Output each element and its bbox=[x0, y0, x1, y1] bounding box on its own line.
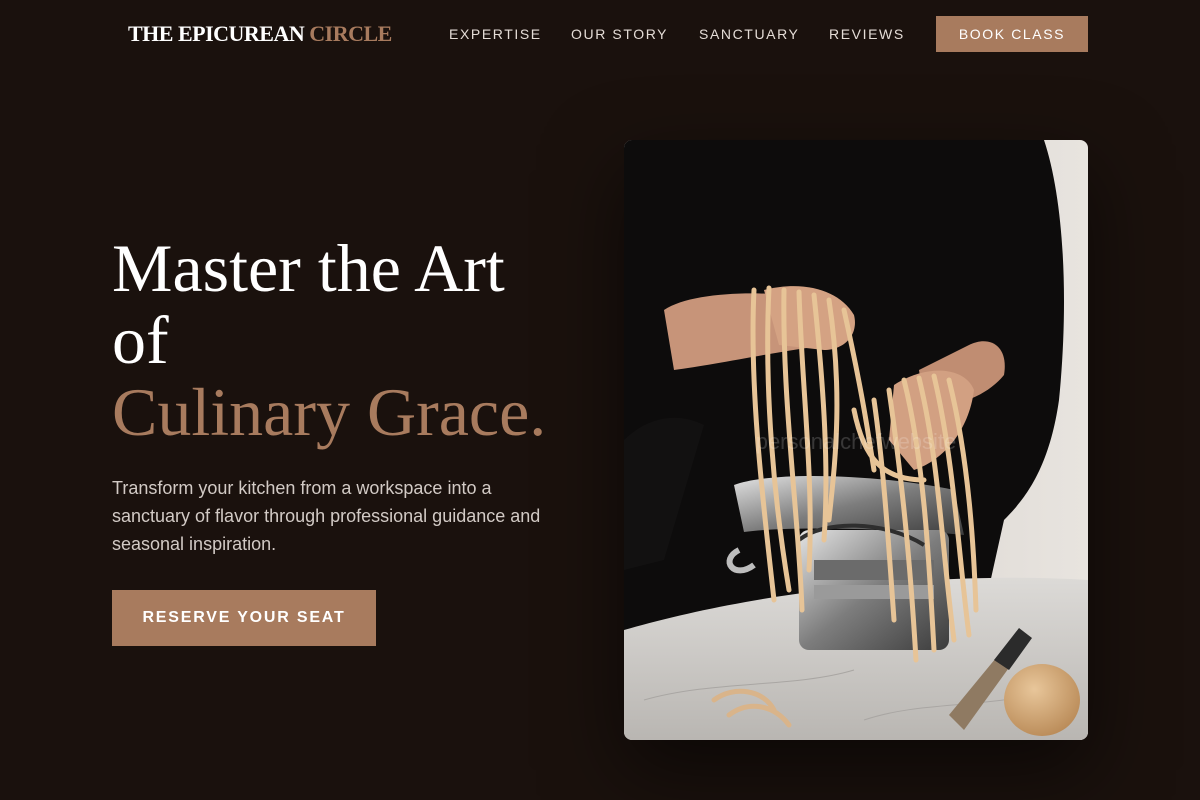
nav-link-our-story[interactable]: OUR STORY bbox=[571, 25, 668, 43]
headline-line-2: of bbox=[112, 302, 169, 378]
headline-line-1: Master the Art bbox=[112, 230, 505, 306]
site-header: THE EPICUREAN CIRCLE EXPERTISE OUR STORY… bbox=[0, 0, 1200, 68]
reserve-seat-button[interactable]: RESERVE YOUR SEAT bbox=[112, 590, 376, 646]
hero-subtext: Transform your kitchen from a workspace … bbox=[112, 478, 541, 554]
nav-link-expertise[interactable]: EXPERTISE bbox=[449, 25, 542, 43]
headline-accent: Culinary Grace. bbox=[112, 374, 547, 450]
nav-link-sanctuary[interactable]: SANCTUARY bbox=[699, 25, 800, 43]
nav-link-reviews[interactable]: REVIEWS bbox=[829, 25, 905, 43]
logo-main-text: THE EPICUREAN bbox=[128, 21, 305, 46]
brand-logo[interactable]: THE EPICUREAN CIRCLE bbox=[128, 20, 392, 48]
image-watermark: personalchefwebsite bbox=[755, 429, 957, 454]
hero-headline: Master the Art of Culinary Grace. bbox=[112, 232, 592, 448]
logo-accent-text: CIRCLE bbox=[309, 21, 392, 46]
book-class-button[interactable]: BOOK CLASS bbox=[936, 16, 1088, 52]
hero-pasta-photo: personalchefwebsite bbox=[624, 140, 1088, 740]
